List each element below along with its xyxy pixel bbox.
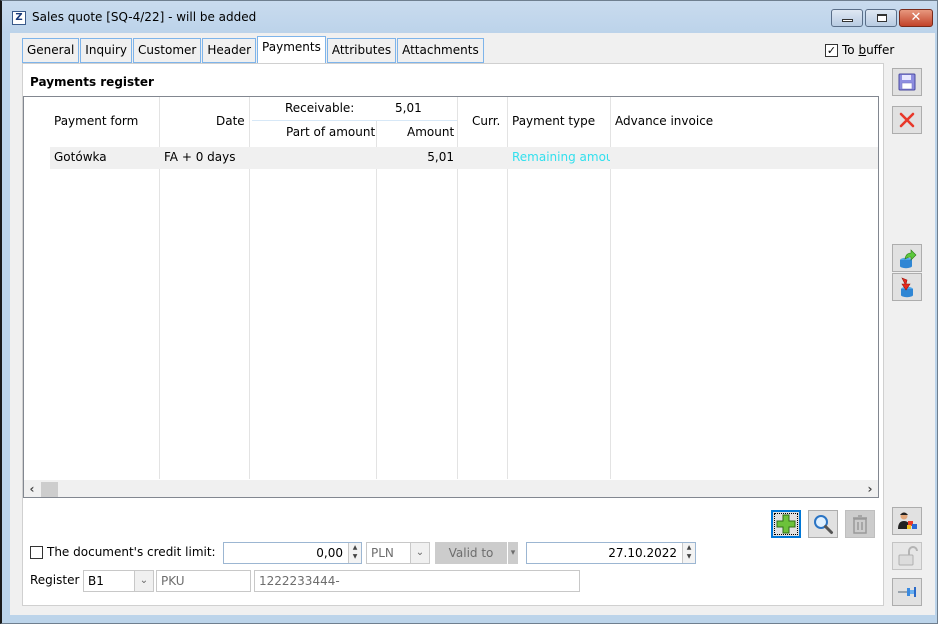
checkbox-checked[interactable]: ✓: [825, 43, 838, 57]
maximize-button[interactable]: [865, 9, 897, 27]
tab-attachments[interactable]: Attachments: [397, 38, 484, 63]
credit-limit-value: 0,00: [316, 546, 343, 560]
register-number-field[interactable]: 1222233444-: [254, 570, 580, 592]
add-button[interactable]: [771, 510, 801, 538]
col-header-currency[interactable]: Curr.: [472, 114, 500, 128]
users-button[interactable]: [892, 507, 922, 535]
to-buffer-label: To buffer: [842, 43, 895, 57]
register-value: B1: [88, 574, 104, 588]
scrollbar-thumb[interactable]: [41, 482, 58, 497]
register-label: Register: [30, 573, 80, 587]
preview-button[interactable]: [808, 510, 838, 538]
credit-limit-amount-input[interactable]: 0,00 ▲ ▼: [223, 542, 362, 564]
col-header-amount[interactable]: Amount: [407, 125, 454, 139]
register-code-field[interactable]: PKU: [156, 570, 251, 592]
tab-general[interactable]: General: [22, 38, 80, 63]
tab-payments[interactable]: Payments: [257, 36, 326, 63]
valid-to-dropdown-icon[interactable]: ▾: [508, 542, 518, 564]
col-header-payment-type[interactable]: Payment type: [512, 114, 595, 128]
currency-select[interactable]: PLN ⌄: [366, 542, 430, 564]
unlock-icon: [898, 546, 918, 566]
chevron-down-icon[interactable]: ⌄: [410, 543, 429, 563]
col-header-advance-invoice[interactable]: Advance invoice: [615, 114, 713, 128]
maximize-icon: [877, 14, 887, 22]
title-bar: Z Sales quote [SQ-4/22] - will be added …: [2, 1, 937, 33]
receivable-value: 5,01: [395, 101, 422, 115]
pin-button[interactable]: [892, 578, 922, 606]
delete-button[interactable]: [845, 510, 875, 538]
tab-header[interactable]: Header: [202, 38, 257, 63]
cancel-icon: [899, 112, 915, 128]
close-icon: ✕: [910, 10, 922, 25]
minimize-icon: [842, 19, 853, 22]
save-icon: [898, 73, 916, 91]
import-button[interactable]: [892, 273, 922, 301]
payments-panel: Payments register Payment form Date Rece…: [22, 63, 884, 606]
pin-icon: [898, 587, 916, 597]
close-button[interactable]: ✕: [899, 9, 933, 27]
cell-amount: 5,01: [427, 150, 454, 164]
header-separator: [252, 120, 457, 121]
scroll-right-icon[interactable]: ›: [862, 481, 878, 497]
column-divider[interactable]: [376, 121, 377, 479]
minimize-button[interactable]: [831, 9, 863, 27]
col-header-date[interactable]: Date: [216, 114, 245, 128]
cell-payment-type: Remaining amount: [512, 150, 610, 164]
unlock-button[interactable]: [892, 542, 922, 570]
table-row[interactable]: Gotówka FA + 0 days 5,01 Remaining amoun…: [50, 147, 878, 169]
export-icon: [900, 249, 917, 269]
credit-limit-label: The document's credit limit:: [47, 545, 216, 559]
to-buffer-checkbox[interactable]: ✓ To buffer: [825, 43, 894, 57]
tab-customer[interactable]: Customer: [133, 38, 202, 63]
save-button[interactable]: [892, 68, 922, 96]
add-icon: [776, 514, 796, 534]
section-title: Payments register: [30, 75, 154, 89]
credit-limit-checkbox[interactable]: The document's credit limit:: [30, 545, 216, 559]
tab-inquiry[interactable]: Inquiry: [80, 38, 133, 63]
horizontal-scrollbar[interactable]: ‹ ›: [24, 480, 878, 497]
checkbox-unchecked[interactable]: [30, 545, 43, 559]
window-client: General Inquiry Customer Header Payments…: [10, 33, 935, 615]
chevron-down-icon[interactable]: ⌄: [134, 571, 153, 591]
date-spinner[interactable]: ▲ ▼: [682, 543, 695, 563]
valid-to-button[interactable]: Valid to: [435, 542, 507, 564]
col-header-payment-form[interactable]: Payment form: [54, 114, 138, 128]
col-header-part-of-amount[interactable]: Part of amount: [286, 125, 375, 139]
register-select[interactable]: B1 ⌄: [83, 570, 154, 592]
import-icon: [901, 277, 913, 298]
app-icon: Z: [12, 11, 26, 25]
cancel-button[interactable]: [892, 106, 922, 134]
valid-to-date-input[interactable]: 27.10.2022 ▲ ▼: [526, 542, 696, 564]
sales-quote-window: Z Sales quote [SQ-4/22] - will be added …: [0, 0, 938, 624]
window-title: Sales quote [SQ-4/22] - will be added: [32, 10, 257, 24]
currency-value: PLN: [371, 546, 394, 560]
cell-date: FA + 0 days: [164, 150, 236, 164]
magnifier-icon: [814, 515, 833, 534]
scroll-left-icon[interactable]: ‹: [24, 481, 40, 497]
tab-attributes[interactable]: Attributes: [326, 38, 397, 63]
user-group-icon: [898, 512, 917, 529]
amount-spinner[interactable]: ▲ ▼: [348, 543, 361, 563]
receivable-label: Receivable:: [285, 101, 355, 115]
trash-icon: [853, 515, 867, 534]
export-button[interactable]: [892, 244, 922, 272]
tab-bar: General Inquiry Customer Header Payments…: [22, 36, 485, 63]
cell-payment-form: Gotówka: [54, 150, 107, 164]
payments-grid: Payment form Date Receivable: 5,01 Part …: [23, 96, 879, 498]
valid-to-date-value: 27.10.2022: [608, 546, 677, 560]
